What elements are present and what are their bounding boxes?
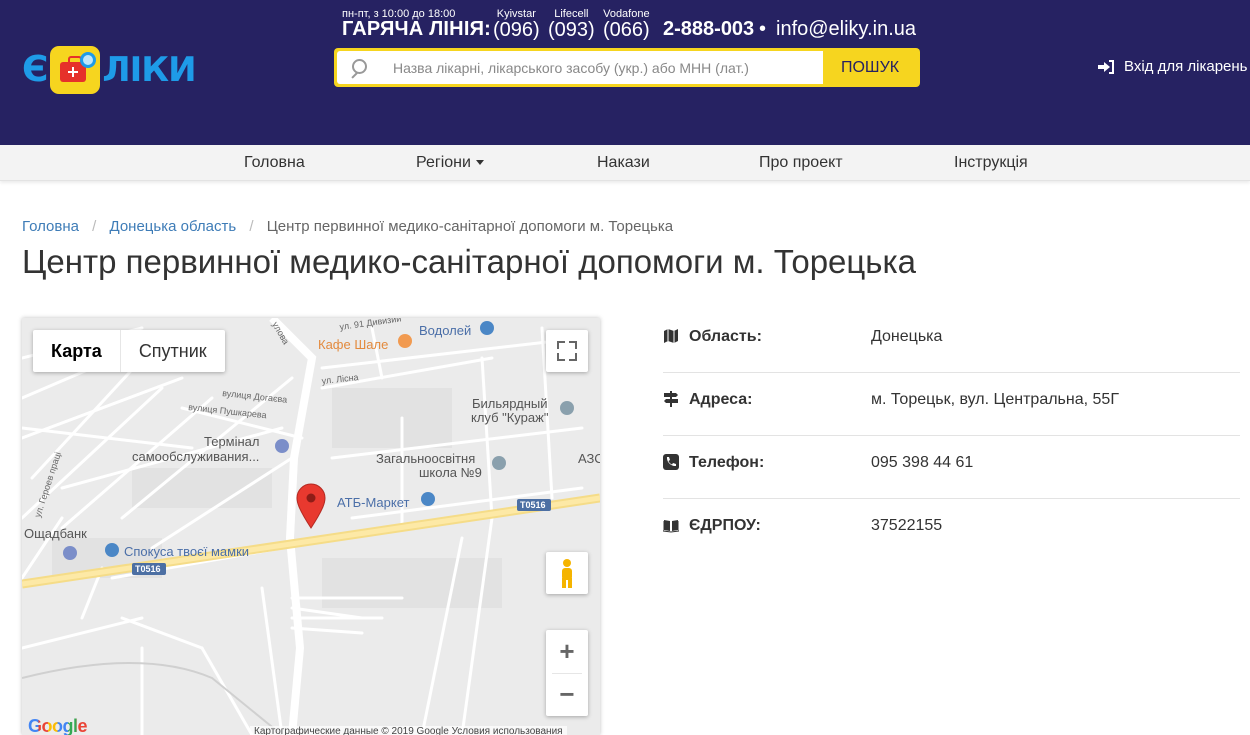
hotline-label: ГАРЯЧА ЛІНІЯ: — [342, 18, 492, 40]
operator-kyivstar[interactable]: Kyivstar (096) — [493, 8, 540, 42]
breadcrumb-current: Центр первинної медико-санітарної допомо… — [266, 218, 674, 235]
map-label-terminal-2: самообслуживания... — [132, 449, 259, 464]
info-label: ЄДРПОУ: — [689, 517, 761, 534]
map-label-school-1: Загальноосвітня — [376, 451, 475, 466]
map-label-billiard-1: Бильярдный — [472, 396, 548, 411]
caret-down-icon — [475, 160, 484, 166]
map-label-oshchadbank: Ощадбанк — [24, 526, 87, 541]
signpost-icon — [664, 391, 678, 407]
map-label-spokusa: Спокуса твоєї мамки — [124, 544, 249, 559]
map-type-map-button[interactable]: Карта — [33, 330, 121, 372]
site-logo[interactable]: Є ЛІКИ — [22, 46, 197, 94]
info-row-phone: Телефон: 095 398 44 61 — [663, 436, 1240, 499]
logo-prefix: Є — [22, 49, 49, 90]
contact-separator: • — [759, 18, 767, 40]
zoom-in-button[interactable]: + — [546, 630, 588, 673]
site-header: Є ЛІКИ пн-пт, з 10:00 до 18:00 ГАРЯЧА ЛІ… — [0, 0, 1250, 145]
sign-in-icon — [1098, 59, 1114, 74]
info-label: Телефон: — [689, 454, 765, 471]
book-icon — [663, 520, 679, 533]
operator-code: (096) — [493, 19, 540, 41]
info-value: м. Торецьк, вул. Центральна, 55Г — [871, 391, 1119, 408]
map-credits[interactable]: Картографические данные © 2019 Google Ус… — [250, 726, 567, 735]
nav-item-instruction[interactable]: Інструкція — [954, 154, 1028, 172]
map-label-school-2: школа №9 — [419, 465, 482, 480]
phone-icon — [663, 454, 679, 470]
google-logo[interactable]: Google — [28, 716, 88, 735]
search-bar: ПОШУК — [334, 48, 920, 87]
hotline-number[interactable]: 2-888-003 — [663, 18, 754, 41]
fullscreen-button[interactable] — [546, 330, 588, 372]
map-label-terminal-1: Термінал — [204, 434, 260, 449]
info-value: Донецька — [871, 328, 943, 345]
search-button[interactable]: ПОШУК — [823, 51, 917, 84]
operator-code: (093) — [548, 19, 595, 41]
nav-item-label: Регіони — [416, 154, 471, 171]
map-type-satellite-button[interactable]: Спутник — [121, 330, 225, 372]
fullscreen-icon — [557, 341, 565, 349]
search-field-wrapper — [337, 51, 823, 84]
nav-item-orders[interactable]: Накази — [597, 154, 650, 172]
zoom-control: + − — [546, 630, 588, 716]
road-shield-t0516: T0516 — [520, 500, 546, 510]
map-label-cafe: Кафе Шале — [318, 337, 388, 352]
nav-item-home[interactable]: Головна — [244, 154, 305, 172]
login-label: Вхід для лікарень — [1124, 58, 1248, 75]
breadcrumb-home[interactable]: Головна — [22, 218, 79, 235]
logo-medkit-icon — [50, 46, 101, 94]
map-icon — [664, 329, 678, 343]
map-label-billiard-2: клуб "Кураж" — [471, 410, 549, 425]
nav-item-regions[interactable]: Регіони — [416, 154, 484, 172]
nav-item-about[interactable]: Про проект — [759, 154, 843, 172]
logo-text: ЛІКИ — [102, 50, 196, 90]
map-label-vodolei: Водолей — [419, 323, 471, 338]
zoom-out-button[interactable]: − — [546, 673, 588, 716]
hospital-login-link[interactable]: Вхід для лікарень — [1098, 58, 1248, 75]
facility-info-table: Область: Донецька Адреса: м. Торецьк, ву… — [663, 310, 1240, 562]
operator-vodafone[interactable]: Vodafone (066) — [603, 8, 650, 42]
road-shield-t0516: T0516 — [135, 564, 161, 574]
main-nav: Головна Регіони Накази Про проект Інстру… — [0, 145, 1250, 181]
page-title: Центр первинної медико-санітарної допомо… — [22, 243, 917, 280]
operator-code: (066) — [603, 19, 650, 41]
search-input[interactable] — [393, 59, 813, 76]
search-icon — [349, 58, 369, 78]
info-row-address: Адреса: м. Торецьк, вул. Центральна, 55Г — [663, 373, 1240, 436]
breadcrumb: Головна / Донецька область / Центр перви… — [22, 218, 673, 235]
info-value[interactable]: 095 398 44 61 — [871, 454, 973, 472]
info-row-edrpou: ЄДРПОУ: 37522155 — [663, 499, 1240, 562]
location-map[interactable]: Кафе Шале Водолей ул. 91 Дивизии ул. Ліс… — [22, 318, 600, 735]
contact-email-link[interactable]: info@eliky.in.ua — [776, 18, 916, 41]
breadcrumb-separator: / — [249, 218, 254, 235]
info-value: 37522155 — [871, 517, 943, 534]
map-type-switcher: Карта Спутник — [33, 330, 225, 372]
pegman-icon — [562, 559, 572, 588]
breadcrumb-separator: / — [92, 218, 97, 235]
map-label-atb: АТБ-Маркет — [337, 495, 410, 510]
info-row-region: Область: Донецька — [663, 310, 1240, 373]
info-label: Область: — [689, 328, 762, 345]
map-label-azs: АЗС — [578, 451, 600, 466]
street-view-pegman-button[interactable] — [546, 552, 588, 594]
info-label: Адреса: — [689, 391, 753, 408]
map-canvas[interactable]: Кафе Шале Водолей ул. 91 Дивизии ул. Ліс… — [22, 318, 600, 735]
operator-lifecell[interactable]: Lifecell (093) — [548, 8, 595, 42]
breadcrumb-region[interactable]: Донецька область — [110, 218, 237, 235]
